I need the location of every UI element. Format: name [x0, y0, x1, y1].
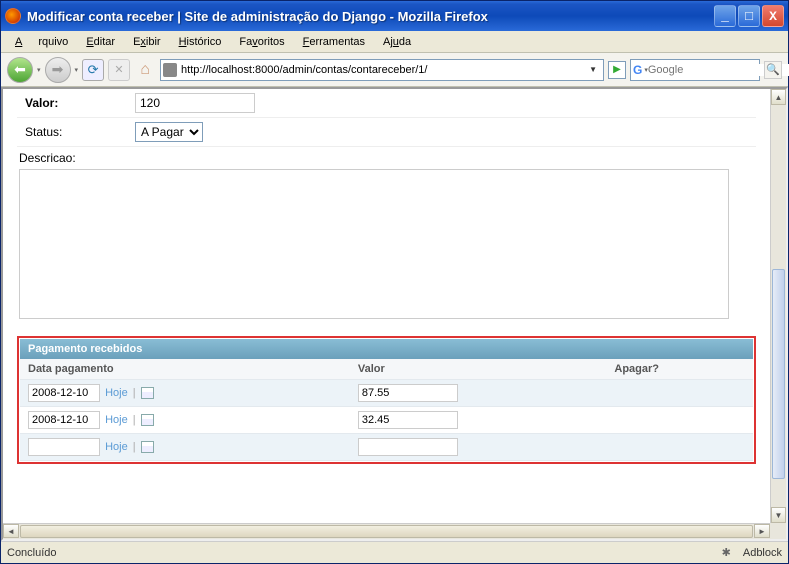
col-data-pagamento: Data pagamento: [20, 359, 350, 380]
forward-button[interactable]: ➡: [45, 57, 71, 83]
col-valor: Valor: [350, 359, 607, 380]
data-pagamento-input[interactable]: [28, 438, 100, 456]
calendar-icon[interactable]: [141, 387, 154, 399]
menu-ferramentas[interactable]: Ferramentas: [295, 34, 373, 50]
valor-label: Valor:: [25, 96, 135, 110]
menu-arquivo[interactable]: Arquivo: [7, 34, 76, 50]
status-label: Status:: [25, 125, 135, 139]
hoje-link[interactable]: Hoje: [105, 441, 128, 453]
hoje-link[interactable]: Hoje: [105, 414, 128, 426]
page-favicon: [163, 63, 177, 77]
close-button[interactable]: X: [762, 5, 784, 27]
inline-title: Pagamento recebidos: [20, 339, 753, 359]
inline-row: Hoje |: [20, 407, 753, 434]
hoje-link[interactable]: Hoje: [105, 387, 128, 399]
menu-favoritos[interactable]: Favoritos: [231, 34, 292, 50]
reload-button[interactable]: ⟳: [82, 59, 104, 81]
page-viewport: Valor: Status: A Pagar Descricao: Pagame…: [1, 87, 788, 541]
calendar-icon[interactable]: [141, 441, 154, 453]
back-button[interactable]: ⬅: [7, 57, 33, 83]
descricao-textarea[interactable]: [19, 169, 729, 319]
descricao-label: Descricao:: [19, 151, 754, 165]
url-bar[interactable]: ▼: [160, 59, 604, 81]
firefox-icon: [5, 8, 21, 24]
status-text: Concluído: [7, 547, 722, 559]
horizontal-scroll-thumb[interactable]: [20, 525, 753, 538]
go-button[interactable]: ▶: [608, 61, 626, 79]
scroll-corner: [770, 523, 786, 539]
window-titlebar: Modificar conta receber | Site de admini…: [1, 1, 788, 31]
calendar-icon[interactable]: [141, 414, 154, 426]
scroll-up-button[interactable]: ▲: [771, 89, 786, 105]
adblock-label[interactable]: Adblock: [743, 547, 782, 559]
menu-exibir[interactable]: Exibir: [125, 34, 169, 50]
minimize-button[interactable]: _: [714, 5, 736, 27]
scroll-down-button[interactable]: ▼: [771, 507, 786, 523]
data-pagamento-input[interactable]: [28, 411, 100, 429]
scroll-right-button[interactable]: ►: [754, 524, 770, 538]
horizontal-scrollbar[interactable]: ◄ ►: [3, 523, 770, 539]
valor-input[interactable]: [135, 93, 255, 113]
vertical-scrollbar[interactable]: ▲ ▼: [770, 89, 786, 523]
status-select[interactable]: A Pagar: [135, 122, 203, 142]
valor-pagamento-input[interactable]: [358, 384, 458, 402]
home-button[interactable]: ⌂: [134, 59, 156, 81]
url-dropdown-icon[interactable]: ▼: [585, 65, 601, 74]
scroll-left-button[interactable]: ◄: [3, 524, 19, 538]
data-pagamento-input[interactable]: [28, 384, 100, 402]
google-icon: G: [633, 63, 642, 77]
menu-historico[interactable]: Histórico: [171, 34, 230, 50]
inline-pagamento-recebidos: Pagamento recebidos Data pagamento Valor…: [17, 336, 756, 464]
stop-button[interactable]: ✕: [108, 59, 130, 81]
valor-pagamento-input[interactable]: [358, 411, 458, 429]
url-input[interactable]: [181, 64, 585, 76]
bug-icon[interactable]: ✱: [722, 546, 731, 559]
fwd-dropdown-icon[interactable]: ▾: [75, 66, 79, 74]
maximize-button[interactable]: □: [738, 5, 760, 27]
inline-row: Hoje |: [20, 434, 753, 461]
menu-bar: Arquivo Editar Exibir Histórico Favorito…: [1, 31, 788, 53]
status-bar: Concluído ✱ Adblock: [1, 541, 788, 563]
search-box[interactable]: G ▾: [630, 59, 760, 81]
col-apagar: Apagar?: [606, 359, 753, 380]
nav-toolbar: ⬅ ▾ ➡ ▾ ⟳ ✕ ⌂ ▼ ▶ G ▾ 🔍: [1, 53, 788, 87]
menu-ajuda[interactable]: Ajuda: [375, 34, 419, 50]
back-dropdown-icon[interactable]: ▾: [37, 66, 41, 74]
menu-editar[interactable]: Editar: [78, 34, 123, 50]
search-button[interactable]: 🔍: [764, 61, 782, 79]
vertical-scroll-thumb[interactable]: [772, 269, 785, 479]
window-title: Modificar conta receber | Site de admini…: [27, 9, 714, 24]
valor-pagamento-input[interactable]: [358, 438, 458, 456]
inline-row: Hoje |: [20, 380, 753, 407]
